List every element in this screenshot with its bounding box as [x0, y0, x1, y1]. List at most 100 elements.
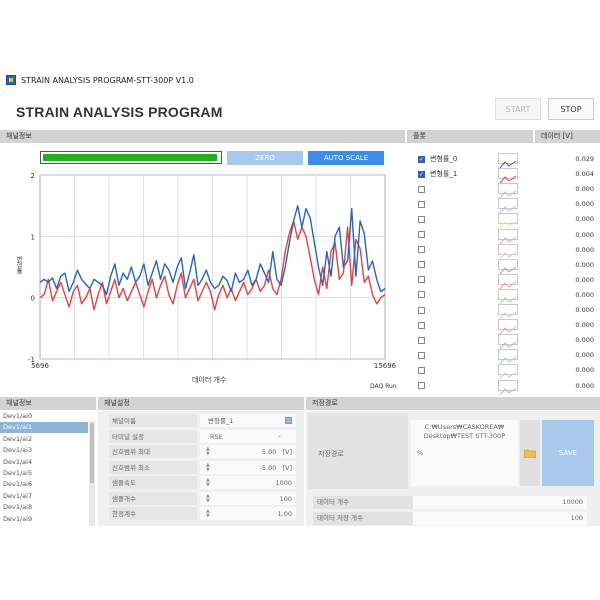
setting-unit: [V]: [280, 463, 292, 472]
start-button[interactable]: START: [495, 98, 541, 120]
legend-color-swatch[interactable]: [498, 304, 518, 320]
channel-list-scrollbar[interactable]: [89, 421, 95, 526]
legend-checkbox[interactable]: [418, 261, 425, 269]
legend-color-swatch[interactable]: [498, 334, 518, 350]
spin-down-icon[interactable]: ▼: [206, 483, 210, 488]
data-save-count-label: 데이터 저장 개수: [313, 512, 413, 525]
legend-color-swatch[interactable]: [498, 349, 518, 365]
progress-bar: [40, 151, 222, 164]
legend-color-swatch[interactable]: [498, 153, 518, 169]
channel-list-item[interactable]: Dev1/ai0: [0, 411, 88, 422]
setting-value[interactable]: RSE ⌄: [200, 428, 296, 443]
legend-checkbox[interactable]: [418, 351, 425, 359]
legend-checkbox[interactable]: [418, 276, 425, 284]
legend-color-swatch[interactable]: [498, 243, 518, 259]
data-value: 0.000: [575, 200, 594, 209]
spin-down-icon[interactable]: ▼: [206, 498, 210, 504]
data-value: 0.000: [575, 245, 594, 254]
legend-color-swatch[interactable]: [498, 228, 518, 244]
spin-control[interactable]: ▲ ▼: [206, 493, 210, 504]
app-title: STRAIN ANALYSIS PROGRAM: [16, 104, 223, 120]
spin-down-icon[interactable]: ▼: [206, 467, 210, 473]
legend-color-swatch[interactable]: [498, 258, 518, 275]
spin-control[interactable]: ▲ ▼: [206, 462, 210, 473]
legend-checkbox[interactable]: ✓: [418, 170, 425, 178]
legend-color-swatch[interactable]: [498, 364, 518, 380]
channel-list-item[interactable]: Dev1/ai9: [0, 514, 88, 525]
save-path-field[interactable]: C:₩Users₩CASKOREA₩ Desktop₩TEST STT-300P…: [411, 420, 518, 486]
legend-color-swatch[interactable]: [498, 168, 518, 184]
spin-control[interactable]: ▲ ▼: [206, 509, 210, 519]
legend-color-swatch[interactable]: [498, 198, 518, 214]
channel-list-item[interactable]: Dev1/ai5: [0, 468, 88, 479]
spin-down-icon[interactable]: ▼: [206, 514, 210, 519]
legend-checkbox[interactable]: [418, 306, 425, 314]
auto-scale-button[interactable]: AUTO SCALE: [308, 151, 384, 165]
channel-list-item[interactable]: Dev1/ai7: [0, 491, 88, 502]
legend-item[interactable]: ✓ 변형률_1: [418, 168, 457, 180]
legend-checkbox[interactable]: [418, 366, 425, 374]
legend-item[interactable]: [418, 349, 430, 361]
legend-checkbox[interactable]: [418, 231, 425, 238]
setting-value[interactable]: 1.00: [200, 507, 296, 520]
setting-value[interactable]: 100: [200, 491, 296, 505]
legend-item[interactable]: [418, 304, 430, 316]
data-value: 0.000: [575, 275, 594, 284]
setting-value-text: 변형률_1: [208, 417, 234, 425]
legend-checkbox[interactable]: [418, 246, 425, 254]
legend-checkbox[interactable]: [418, 185, 425, 193]
legend-color-swatch[interactable]: [498, 273, 518, 290]
setting-value[interactable]: -5.00 [V]: [200, 460, 296, 474]
legend-checkbox[interactable]: [418, 291, 425, 299]
legend-item[interactable]: [418, 319, 430, 331]
legend-item[interactable]: [418, 198, 430, 210]
stop-button[interactable]: STOP: [548, 98, 594, 120]
setting-value[interactable]: 5.00 [V]: [200, 445, 296, 458]
setting-value-text: -5.00: [259, 463, 277, 472]
channel-enable-checkbox[interactable]: [285, 417, 292, 424]
spin-control[interactable]: ▲ ▼: [206, 447, 210, 457]
data-count-input[interactable]: 10000: [413, 496, 587, 509]
spin-down-icon[interactable]: ▼: [206, 452, 210, 457]
legend-item[interactable]: [418, 289, 430, 301]
legend-color-swatch[interactable]: [498, 288, 518, 305]
channel-list-item[interactable]: Dev1/ai3: [0, 445, 88, 456]
spin-control[interactable]: ▲ ▼: [206, 478, 210, 488]
setting-value[interactable]: 1000: [200, 476, 296, 489]
legend-checkbox[interactable]: [418, 321, 425, 329]
chevron-down-icon[interactable]: ⌄: [277, 428, 282, 442]
legend-checkbox[interactable]: [418, 200, 425, 208]
data-value: 0.000: [575, 230, 594, 239]
save-button[interactable]: SAVE: [542, 420, 594, 486]
save-path-line1: C:₩Users₩CASKOREA₩: [424, 423, 505, 431]
legend-color-swatch[interactable]: [498, 319, 518, 335]
legend-item[interactable]: [418, 183, 430, 195]
legend-item[interactable]: [418, 213, 430, 225]
legend-color-swatch[interactable]: [498, 183, 518, 199]
setting-value[interactable]: 변형률_1: [200, 414, 296, 427]
channel-list-item[interactable]: Dev1/ai8: [0, 502, 88, 513]
channel-list-item[interactable]: Dev1/ai1: [0, 422, 88, 434]
progress-fill: [43, 154, 218, 161]
legend-checkbox[interactable]: [418, 215, 425, 223]
legend-item[interactable]: ✓ 변형률_0: [418, 153, 457, 165]
channel-list-item[interactable]: Dev1/ai6: [0, 479, 88, 490]
legend-item[interactable]: [418, 274, 430, 286]
zero-button[interactable]: ZERO: [227, 151, 303, 165]
legend-color-swatch[interactable]: [498, 379, 518, 395]
channel-list-item[interactable]: Dev1/ai4: [0, 457, 88, 468]
browse-folder-button[interactable]: [520, 420, 540, 486]
legend-item[interactable]: [418, 380, 430, 392]
legend-checkbox[interactable]: ✓: [418, 155, 425, 163]
legend-item[interactable]: [418, 334, 430, 346]
legend-item[interactable]: [418, 259, 430, 271]
channel-list-item[interactable]: Dev1/ai2: [0, 434, 88, 445]
legend-item[interactable]: [418, 364, 430, 376]
scrollbar-thumb[interactable]: [90, 423, 94, 483]
data-save-count-input[interactable]: 100: [413, 512, 587, 525]
legend-item[interactable]: [418, 244, 430, 256]
legend-checkbox[interactable]: [418, 336, 425, 344]
legend-color-swatch[interactable]: [498, 213, 518, 229]
legend-item[interactable]: [418, 229, 430, 241]
legend-checkbox[interactable]: [418, 382, 425, 389]
